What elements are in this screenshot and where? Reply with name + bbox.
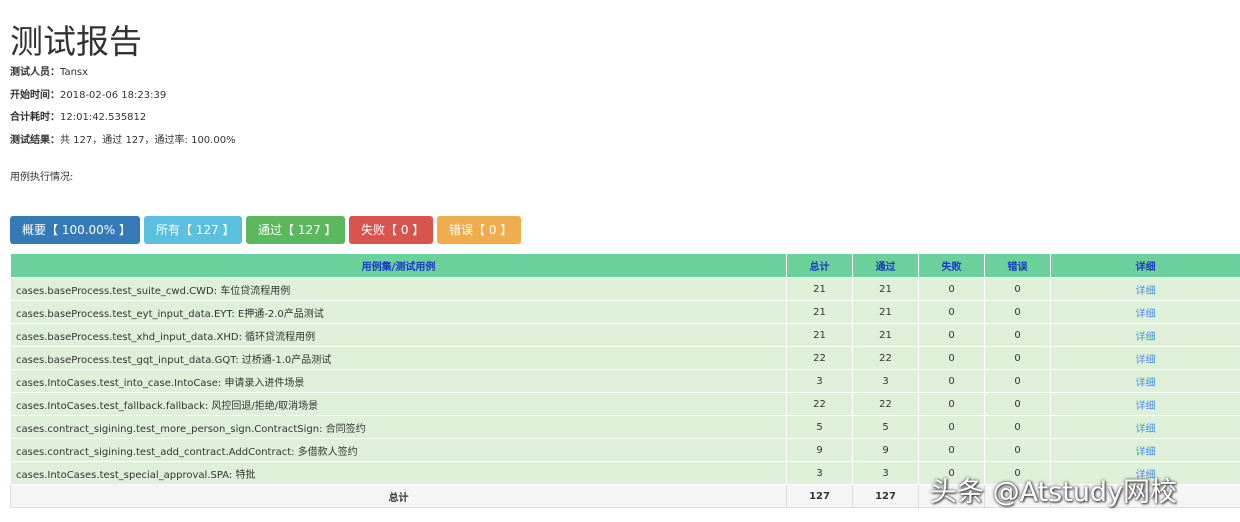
detail-link[interactable]: 详细	[1050, 300, 1240, 324]
summary-button[interactable]: 概要【 100.00% 】	[10, 216, 140, 244]
case-total: 3	[786, 369, 853, 393]
header-pass: 通过	[852, 253, 919, 278]
case-fail: 0	[918, 323, 985, 347]
case-pass: 21	[852, 323, 919, 347]
case-error: 0	[984, 277, 1051, 301]
case-name: cases.IntoCases.test_fallback.fallback: …	[10, 392, 787, 416]
detail-link[interactable]: 详细	[1050, 277, 1240, 301]
case-total: 22	[786, 346, 853, 370]
table-row: cases.IntoCases.test_fallback.fallback: …	[10, 392, 1240, 416]
table-row: cases.contract_sigining.test_more_person…	[10, 415, 1240, 439]
case-pass: 21	[852, 277, 919, 301]
case-name: cases.contract_sigining.test_more_person…	[10, 415, 787, 439]
case-total: 21	[786, 277, 853, 301]
case-error: 0	[984, 369, 1051, 393]
case-error: 0	[984, 438, 1051, 462]
case-total: 5	[786, 415, 853, 439]
case-pass: 3	[852, 461, 919, 485]
case-pass: 21	[852, 300, 919, 324]
case-error: 0	[984, 300, 1051, 324]
header-total: 总计	[786, 253, 853, 278]
pass-button[interactable]: 通过【 127 】	[246, 216, 345, 244]
case-pass: 22	[852, 392, 919, 416]
start-time-label: 开始时间：	[10, 90, 60, 101]
watermark: 头条 @Atstudy网校	[930, 477, 1178, 508]
table-row: cases.baseProcess.test_eyt_input_data.EY…	[10, 300, 1240, 324]
case-name: cases.baseProcess.test_eyt_input_data.EY…	[10, 300, 787, 324]
case-pass: 5	[852, 415, 919, 439]
case-total: 9	[786, 438, 853, 462]
case-total: 3	[786, 461, 853, 485]
case-pass: 22	[852, 346, 919, 370]
table-row: cases.baseProcess.test_gqt_input_data.GQ…	[10, 346, 1240, 370]
duration-line: 合计耗时：12:01:42.535812	[10, 111, 146, 125]
case-fail: 0	[918, 415, 985, 439]
table-row: cases.IntoCases.test_into_case.IntoCase:…	[10, 369, 1240, 393]
case-name: cases.IntoCases.test_special_approval.SP…	[10, 461, 787, 485]
detail-link[interactable]: 详细	[1050, 346, 1240, 370]
filter-buttons: 概要【 100.00% 】 所有【 127 】 通过【 127 】 失败【 0 …	[10, 216, 521, 244]
duration-value: 12:01:42.535812	[60, 112, 147, 123]
case-error: 0	[984, 415, 1051, 439]
result-label: 测试结果：	[10, 135, 60, 146]
case-pass: 9	[852, 438, 919, 462]
case-error: 0	[984, 323, 1051, 347]
start-time-line: 开始时间：2018-02-06 18:23:39	[10, 89, 166, 103]
error-button[interactable]: 错误【 0 】	[437, 216, 521, 244]
execution-heading: 用例执行情况:	[10, 172, 74, 183]
case-fail: 0	[918, 300, 985, 324]
case-total: 21	[786, 323, 853, 347]
case-name: cases.baseProcess.test_suite_cwd.CWD: 车位…	[10, 277, 787, 301]
case-fail: 0	[918, 369, 985, 393]
header-case: 用例集/测试用例	[10, 253, 787, 278]
header-error: 错误	[984, 253, 1051, 278]
start-time-value: 2018-02-06 18:23:39	[60, 90, 167, 101]
case-fail: 0	[918, 346, 985, 370]
result-value: 共 127，通过 127，通过率: 100.00%	[60, 135, 236, 146]
totals-total: 127	[786, 484, 853, 508]
case-name: cases.baseProcess.test_xhd_input_data.XH…	[10, 323, 787, 347]
case-fail: 0	[918, 392, 985, 416]
case-error: 0	[984, 346, 1051, 370]
case-fail: 0	[918, 277, 985, 301]
result-line: 测试结果：共 127，通过 127，通过率: 100.00%	[10, 134, 236, 148]
detail-link[interactable]: 详细	[1050, 392, 1240, 416]
header-detail: 详细	[1050, 253, 1240, 278]
case-pass: 3	[852, 369, 919, 393]
tester-line: 测试人员：Tansx	[10, 66, 88, 80]
fail-button[interactable]: 失败【 0 】	[349, 216, 433, 244]
case-name: cases.IntoCases.test_into_case.IntoCase:…	[10, 369, 787, 393]
case-name: cases.baseProcess.test_gqt_input_data.GQ…	[10, 346, 787, 370]
case-total: 21	[786, 300, 853, 324]
all-button[interactable]: 所有【 127 】	[144, 216, 242, 244]
case-total: 22	[786, 392, 853, 416]
detail-link[interactable]: 详细	[1050, 438, 1240, 462]
totals-pass: 127	[852, 484, 919, 508]
header-fail: 失败	[918, 253, 985, 278]
detail-link[interactable]: 详细	[1050, 415, 1240, 439]
case-fail: 0	[918, 438, 985, 462]
detail-link[interactable]: 详细	[1050, 323, 1240, 347]
case-error: 0	[984, 392, 1051, 416]
duration-label: 合计耗时：	[10, 112, 60, 123]
case-name: cases.contract_sigining.test_add_contrac…	[10, 438, 787, 462]
table-row: cases.contract_sigining.test_add_contrac…	[10, 438, 1240, 462]
page-title: 测试报告	[10, 22, 142, 61]
detail-link[interactable]: 详细	[1050, 369, 1240, 393]
table-row: cases.baseProcess.test_suite_cwd.CWD: 车位…	[10, 277, 1240, 301]
table-header-row: 用例集/测试用例 总计 通过 失败 错误 详细	[10, 253, 1240, 278]
tester-label: 测试人员：	[10, 67, 60, 78]
tester-value: Tansx	[60, 67, 89, 78]
table-row: cases.baseProcess.test_xhd_input_data.XH…	[10, 323, 1240, 347]
totals-label: 总计	[10, 484, 787, 508]
